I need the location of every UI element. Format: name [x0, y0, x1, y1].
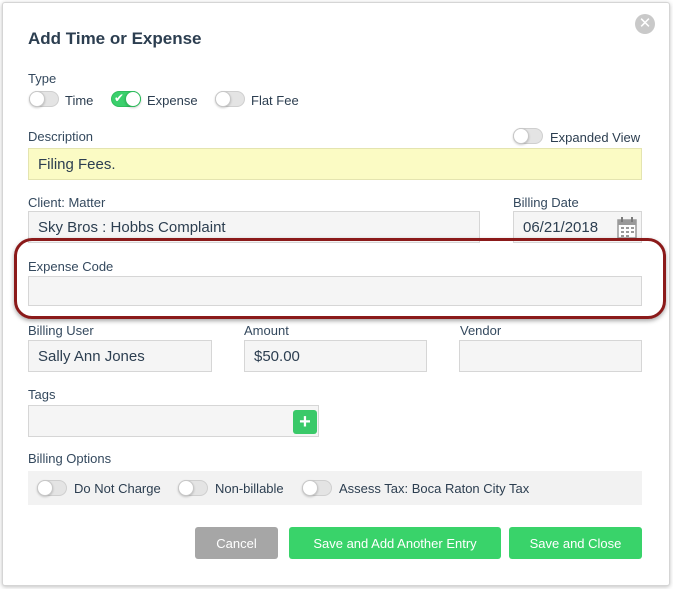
tags-label: Tags	[28, 387, 56, 402]
save-and-close-button[interactable]: Save and Close	[509, 527, 642, 559]
assess-tax-label: Assess Tax: Boca Raton City Tax	[339, 481, 530, 496]
toggle-do-not-charge[interactable]	[37, 480, 67, 496]
save-and-add-another-button[interactable]: Save and Add Another Entry	[289, 527, 501, 559]
cancel-button[interactable]: Cancel	[195, 527, 278, 559]
toggle-non-billable[interactable]	[178, 480, 208, 496]
toggle-knob	[29, 91, 45, 107]
highlight-annotation	[14, 238, 666, 319]
type-label: Type	[28, 71, 57, 86]
client-matter-label: Client: Matter	[28, 195, 106, 210]
billing-user-input[interactable]: Sally Ann Jones	[28, 340, 212, 372]
expanded-view-label: Expanded View	[550, 130, 641, 145]
non-billable-label: Non-billable	[215, 481, 284, 496]
description-label: Description	[28, 129, 94, 144]
type-flat-fee-label: Flat Fee	[251, 93, 299, 108]
plus-icon[interactable]: +	[293, 410, 317, 434]
toggle-knob	[37, 480, 53, 496]
toggle-expanded-view[interactable]	[513, 128, 543, 144]
vendor-input[interactable]	[459, 340, 642, 372]
billing-user-label: Billing User	[28, 323, 94, 338]
billing-options-label: Billing Options	[28, 451, 112, 466]
toggle-type-flat-fee[interactable]	[215, 91, 245, 107]
amount-input[interactable]: $50.00	[244, 340, 427, 372]
toggle-assess-tax[interactable]	[302, 480, 332, 496]
amount-label: Amount	[244, 323, 289, 338]
toggle-type-time[interactable]	[29, 91, 59, 107]
dialog-title: Add Time or Expense	[28, 29, 202, 48]
do-not-charge-label: Do Not Charge	[74, 481, 161, 496]
toggle-knob	[302, 480, 318, 496]
description-input[interactable]: Filing Fees.	[28, 148, 642, 180]
toggle-knob	[215, 91, 231, 107]
tags-input[interactable]	[28, 405, 319, 437]
billing-date-label: Billing Date	[513, 195, 579, 210]
check-icon: ✔	[114, 91, 125, 105]
toggle-knob	[513, 128, 529, 144]
type-expense-label: Expense	[147, 93, 198, 108]
toggle-knob	[178, 480, 194, 496]
toggle-knob	[125, 91, 141, 107]
toggle-type-expense[interactable]: ✔	[111, 91, 141, 107]
vendor-label: Vendor	[460, 323, 502, 338]
calendar-icon[interactable]	[617, 217, 637, 239]
close-icon[interactable]: ✕	[635, 14, 655, 34]
type-time-label: Time	[65, 93, 94, 108]
add-time-expense-dialog: Add Time or Expense ✕ Type Time ✔ Expens…	[2, 2, 670, 586]
